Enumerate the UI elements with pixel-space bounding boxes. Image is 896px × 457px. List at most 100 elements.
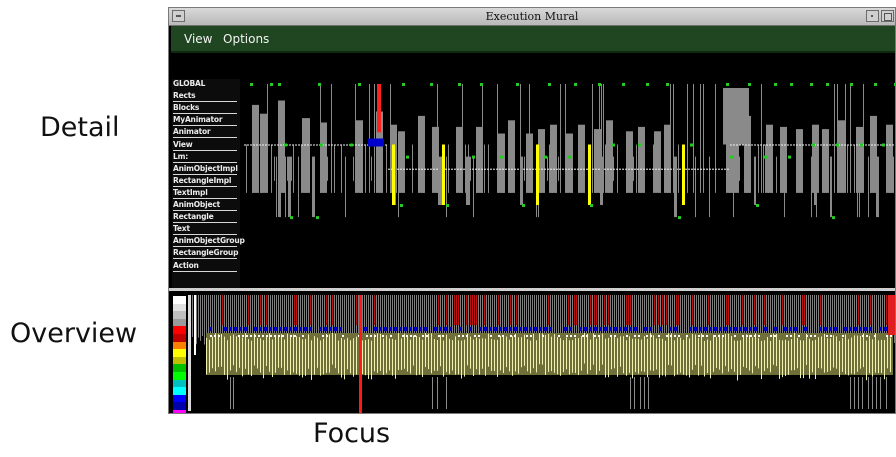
- trace-dot: [436, 168, 438, 170]
- overview-line: [456, 295, 457, 325]
- trace-dot: [592, 168, 594, 170]
- overview-message: [394, 327, 397, 331]
- overview-dot: [810, 335, 812, 337]
- overview-tick: [644, 377, 645, 409]
- trace-segment: [334, 144, 335, 193]
- trace-dot: [817, 144, 819, 146]
- menu-options[interactable]: Options: [223, 32, 269, 46]
- trace-dot: [865, 144, 867, 146]
- trace-dot: [697, 168, 699, 170]
- overview-band-line: [344, 339, 345, 380]
- trace-dot: [892, 144, 894, 146]
- trace-dot: [727, 168, 729, 170]
- overview-band-line: [494, 339, 495, 372]
- overview-band-line: [476, 337, 477, 370]
- event-marker: [638, 143, 641, 147]
- trace-dot: [664, 168, 666, 170]
- overview-band-line: [233, 334, 234, 366]
- event-marker: [874, 83, 877, 86]
- overview-band-line: [812, 340, 813, 373]
- overview-dot: [282, 335, 284, 337]
- trace-dot: [478, 168, 480, 170]
- detail-mural-plot[interactable]: [170, 54, 895, 288]
- trace-dot: [277, 144, 279, 146]
- overview-tick: [862, 377, 863, 409]
- event-marker: [790, 83, 793, 86]
- overview-band-line: [824, 333, 825, 373]
- overview-tick: [437, 377, 438, 409]
- overview-line: [870, 295, 871, 325]
- overview-message: [294, 327, 297, 331]
- overview-band-line: [521, 337, 522, 368]
- overview-line: [454, 295, 455, 325]
- trace-segment: [693, 84, 694, 193]
- trace-dot: [598, 168, 600, 170]
- overview-dot: [478, 335, 480, 337]
- maximize-button[interactable]: [881, 10, 894, 22]
- overview-band-line: [419, 337, 420, 375]
- trace-dot: [295, 144, 297, 146]
- detail-view[interactable]: GLOBAL Rects Blocks MyAnimator Animator View L…: [170, 54, 895, 288]
- overview-line: [880, 295, 881, 338]
- overview-dot: [274, 335, 276, 337]
- overview-message: [519, 327, 522, 331]
- overview-band-line: [332, 333, 333, 365]
- overview-dot: [614, 335, 616, 337]
- overview-band-line: [836, 336, 837, 369]
- overview-left-column: [194, 295, 196, 355]
- overview-line: [752, 295, 753, 339]
- trace-dot: [343, 144, 345, 146]
- overview-dot: [714, 335, 716, 337]
- overview-band-line: [797, 337, 798, 369]
- trace-segment: [739, 156, 740, 181]
- menu-view[interactable]: View: [184, 32, 212, 46]
- overview-dot: [510, 335, 512, 337]
- trace-dot: [490, 168, 492, 170]
- trace-dot: [775, 144, 777, 146]
- window-titlebar[interactable]: Execution Mural: [169, 8, 895, 26]
- trace-dot: [667, 168, 669, 170]
- overview-message: [309, 327, 312, 331]
- overview-message: [749, 327, 752, 331]
- overview-band-line: [764, 340, 765, 372]
- overview-line: [382, 295, 383, 337]
- overview-band-line: [656, 338, 657, 370]
- focus-indicator: [359, 295, 362, 413]
- trace-dot: [574, 168, 576, 170]
- event-marker: [894, 83, 895, 86]
- trace-dot: [685, 168, 687, 170]
- trace-dot: [451, 168, 453, 170]
- event-marker: [730, 155, 733, 159]
- overview-band-line: [851, 337, 852, 374]
- trace-segment: [830, 156, 832, 218]
- overview-line: [562, 295, 563, 336]
- trace-dot: [484, 168, 486, 170]
- overview-dot: [702, 335, 704, 337]
- overview-dot: [438, 335, 440, 337]
- overview-line: [440, 295, 441, 338]
- trace-dot: [604, 168, 606, 170]
- overview-message: [414, 327, 417, 331]
- trace-dot: [772, 144, 774, 146]
- overview-dot: [390, 335, 392, 337]
- event-marker: [250, 83, 253, 86]
- minimize-button[interactable]: [866, 10, 879, 22]
- overview-band-line: [428, 333, 429, 370]
- trace-dot: [331, 144, 333, 146]
- overview-message: [834, 327, 837, 331]
- trace-dot: [571, 168, 573, 170]
- overview-band-line: [413, 335, 414, 366]
- trace-segment: [327, 156, 328, 181]
- overview-line: [378, 295, 379, 336]
- trace-dot: [679, 168, 681, 170]
- overview-dot: [698, 335, 700, 337]
- trace-dot: [643, 168, 645, 170]
- overview-line: [494, 295, 495, 339]
- overview-mural-plot[interactable]: [170, 291, 895, 413]
- event-marker: [516, 83, 519, 86]
- overview-band-line: [887, 335, 888, 369]
- overview-view[interactable]: [170, 291, 895, 413]
- trace-dot: [265, 144, 267, 146]
- overview-line: [338, 295, 339, 339]
- overview-message: [594, 327, 597, 331]
